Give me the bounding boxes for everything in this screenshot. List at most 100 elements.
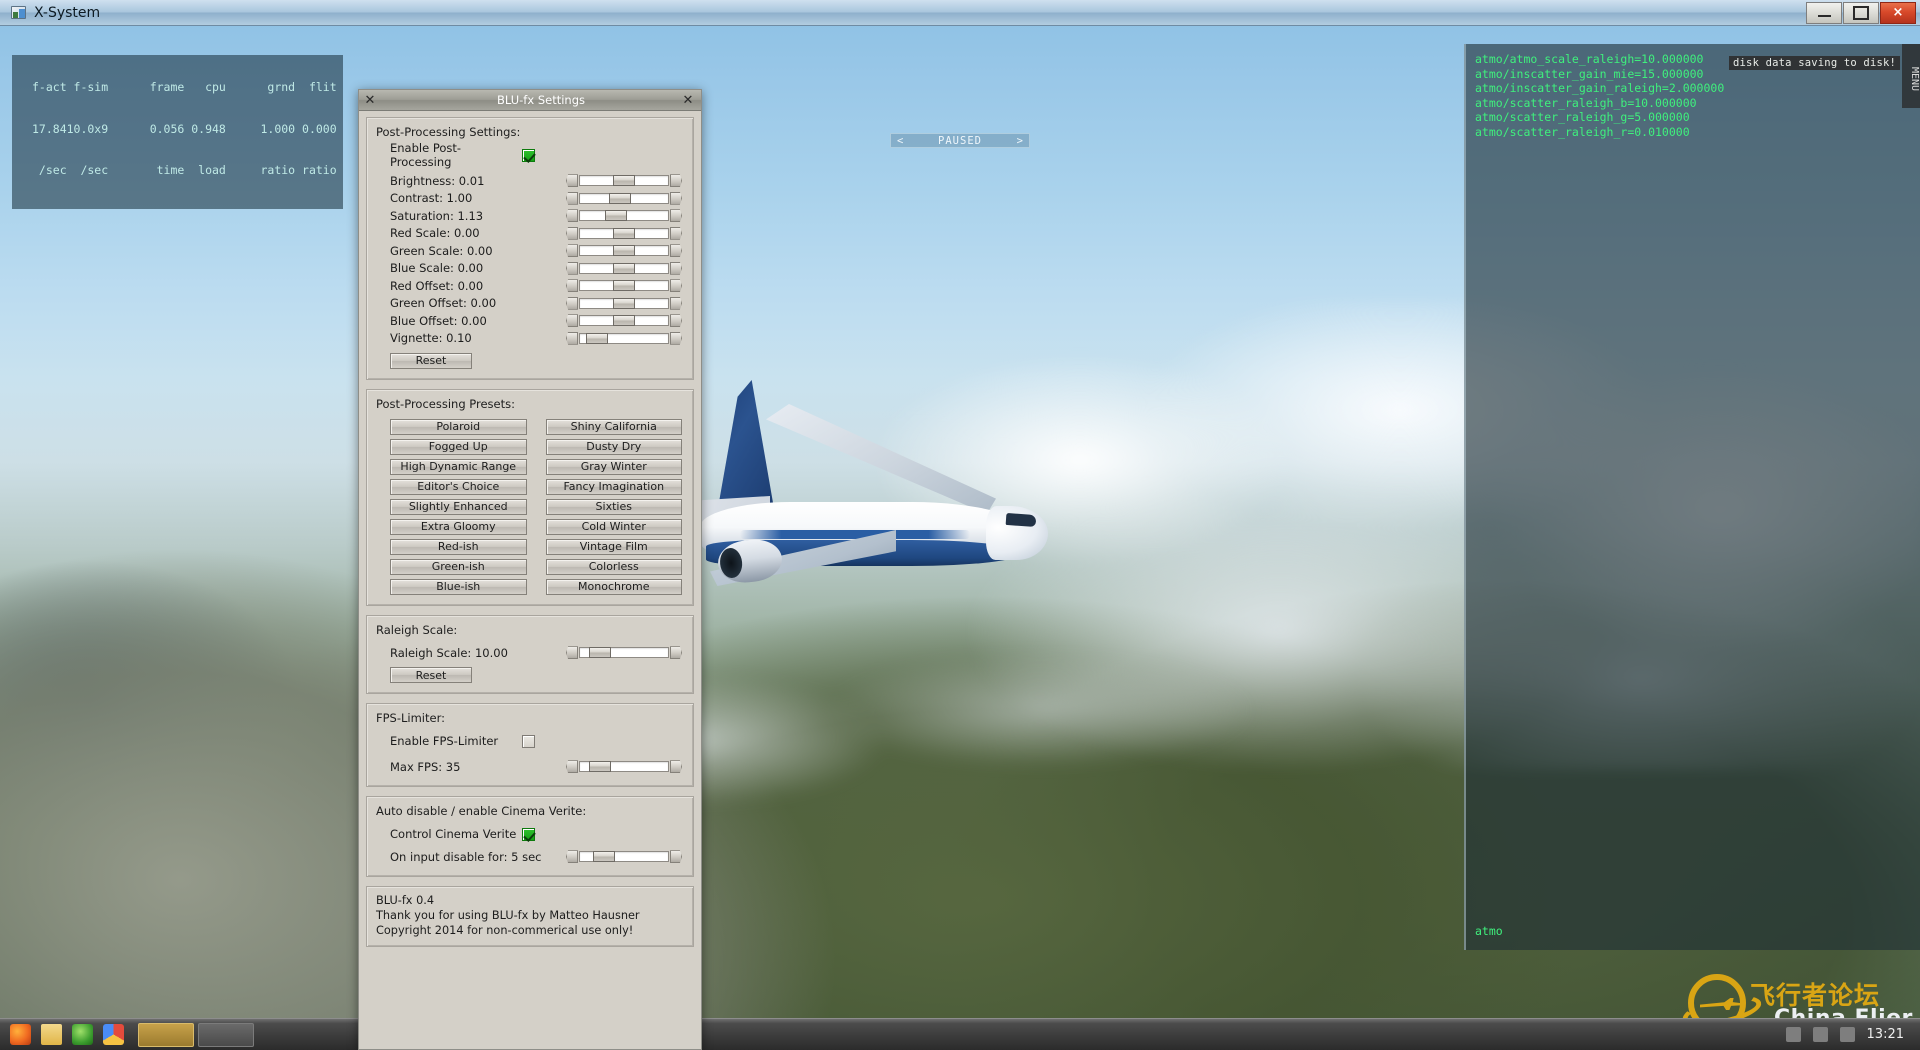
post-processing-slider-row[interactable]: Blue Scale: 0.00: [376, 260, 684, 277]
slider-right-arrow-icon[interactable]: [670, 261, 682, 275]
folder-icon[interactable]: [41, 1024, 62, 1045]
preset-button[interactable]: Extra Gloomy: [390, 518, 527, 535]
post-processing-slider-row[interactable]: Saturation: 1.13: [376, 208, 684, 225]
maximize-button[interactable]: [1843, 1, 1879, 24]
preset-button[interactable]: Dusty Dry: [545, 438, 682, 455]
input-disable-slider-row[interactable]: On input disable for: 5 sec: [376, 849, 684, 866]
close-button[interactable]: ×: [1880, 1, 1916, 24]
preset-button[interactable]: Polaroid: [390, 418, 527, 435]
slider-left-arrow-icon[interactable]: [566, 174, 578, 188]
post-processing-slider-row[interactable]: Brightness: 0.01: [376, 173, 684, 190]
preset-button[interactable]: Blue-ish: [390, 578, 527, 595]
slider-left-arrow-icon[interactable]: [566, 760, 578, 774]
slider-thumb[interactable]: [593, 851, 615, 863]
post-processing-slider[interactable]: [566, 226, 682, 240]
slider-thumb[interactable]: [608, 192, 631, 204]
post-processing-slider[interactable]: [566, 244, 682, 258]
taskbar-item[interactable]: [198, 1022, 254, 1047]
preset-button[interactable]: Slightly Enhanced: [390, 498, 527, 515]
dialog-close-right-icon[interactable]: ✕: [677, 93, 699, 108]
menu-tab-button[interactable]: MENU: [1902, 44, 1920, 108]
raleigh-slider-row[interactable]: Raleigh Scale: 10.00: [376, 645, 684, 662]
enable-post-processing-row[interactable]: Enable Post-Processing: [376, 141, 684, 169]
post-processing-reset-button[interactable]: Reset: [390, 352, 472, 369]
firefox-icon[interactable]: [10, 1024, 31, 1045]
preset-button[interactable]: Fogged Up: [390, 438, 527, 455]
preset-button[interactable]: Gray Winter: [545, 458, 682, 475]
post-processing-slider-row[interactable]: Green Offset: 0.00: [376, 295, 684, 312]
preset-button[interactable]: Colorless: [545, 558, 682, 575]
input-disable-slider[interactable]: [566, 850, 682, 864]
slider-thumb[interactable]: [613, 245, 635, 257]
post-processing-slider-row[interactable]: Red Scale: 0.00: [376, 225, 684, 242]
post-processing-slider[interactable]: [566, 174, 682, 188]
slider-left-arrow-icon[interactable]: [566, 314, 578, 328]
slider-thumb[interactable]: [589, 761, 611, 773]
slider-right-arrow-icon[interactable]: [670, 760, 682, 774]
enable-fps-limiter-row[interactable]: Enable FPS-Limiter: [376, 733, 684, 750]
slider-thumb[interactable]: [604, 210, 627, 222]
dialog-close-left-icon[interactable]: ✕: [359, 93, 381, 108]
slider-thumb[interactable]: [613, 227, 635, 239]
preset-button[interactable]: Shiny California: [545, 418, 682, 435]
slider-right-arrow-icon[interactable]: [670, 331, 682, 345]
taskbar-item-active[interactable]: [138, 1022, 194, 1047]
slider-thumb[interactable]: [613, 175, 635, 187]
slider-left-arrow-icon[interactable]: [566, 646, 578, 660]
slider-left-arrow-icon[interactable]: [566, 209, 578, 223]
post-processing-slider[interactable]: [566, 296, 682, 310]
max-fps-slider[interactable]: [566, 760, 682, 774]
post-processing-slider[interactable]: [566, 331, 682, 345]
chrome-icon[interactable]: [103, 1024, 124, 1045]
slider-thumb[interactable]: [589, 647, 611, 659]
minimize-button[interactable]: [1806, 1, 1842, 24]
paused-indicator[interactable]: < PAUSED >: [890, 133, 1030, 148]
slider-right-arrow-icon[interactable]: [670, 191, 682, 205]
slider-left-arrow-icon[interactable]: [566, 261, 578, 275]
slider-left-arrow-icon[interactable]: [566, 850, 578, 864]
preset-button[interactable]: Vintage Film: [545, 538, 682, 555]
preset-button[interactable]: High Dynamic Range: [390, 458, 527, 475]
control-cinema-verite-checkbox[interactable]: [522, 827, 535, 841]
slider-thumb[interactable]: [613, 315, 635, 327]
preset-button[interactable]: Editor's Choice: [390, 478, 527, 495]
slider-left-arrow-icon[interactable]: [566, 244, 578, 258]
raleigh-slider[interactable]: [566, 646, 682, 660]
preset-button[interactable]: Red-ish: [390, 538, 527, 555]
slider-right-arrow-icon[interactable]: [670, 314, 682, 328]
slider-thumb[interactable]: [613, 280, 635, 292]
control-cinema-verite-row[interactable]: Control Cinema Verite: [376, 826, 684, 843]
slider-right-arrow-icon[interactable]: [670, 646, 682, 660]
slider-right-arrow-icon[interactable]: [670, 850, 682, 864]
max-fps-slider-row[interactable]: Max FPS: 35: [376, 759, 684, 776]
preset-button[interactable]: Fancy Imagination: [545, 478, 682, 495]
slider-right-arrow-icon[interactable]: [670, 174, 682, 188]
taskbar-clock[interactable]: 13:21: [1867, 1027, 1904, 1042]
preset-button[interactable]: Sixties: [545, 498, 682, 515]
slider-right-arrow-icon[interactable]: [670, 209, 682, 223]
slider-thumb[interactable]: [613, 297, 635, 309]
raleigh-reset-button[interactable]: Reset: [390, 667, 472, 683]
slider-right-arrow-icon[interactable]: [670, 244, 682, 258]
slider-left-arrow-icon[interactable]: [566, 331, 578, 345]
post-processing-slider-row[interactable]: Green Scale: 0.00: [376, 243, 684, 260]
tray-battery-icon[interactable]: [1839, 1027, 1855, 1042]
globe-browser-icon[interactable]: [72, 1024, 93, 1045]
slider-right-arrow-icon[interactable]: [670, 296, 682, 310]
slider-left-arrow-icon[interactable]: [566, 279, 578, 293]
post-processing-slider-row[interactable]: Contrast: 1.00: [376, 190, 684, 207]
enable-fps-limiter-checkbox[interactable]: [522, 734, 535, 748]
preset-button[interactable]: Monochrome: [545, 578, 682, 595]
preset-button[interactable]: Cold Winter: [545, 518, 682, 535]
tray-volume-icon[interactable]: [1812, 1027, 1828, 1042]
tray-network-icon[interactable]: [1785, 1027, 1801, 1042]
paused-next-arrow[interactable]: >: [1017, 135, 1023, 147]
post-processing-slider[interactable]: [566, 279, 682, 293]
post-processing-slider[interactable]: [566, 209, 682, 223]
slider-thumb[interactable]: [613, 262, 635, 274]
slider-thumb[interactable]: [585, 332, 608, 344]
slider-right-arrow-icon[interactable]: [670, 226, 682, 240]
slider-left-arrow-icon[interactable]: [566, 191, 578, 205]
post-processing-slider-row[interactable]: Blue Offset: 0.00: [376, 313, 684, 330]
slider-left-arrow-icon[interactable]: [566, 296, 578, 310]
